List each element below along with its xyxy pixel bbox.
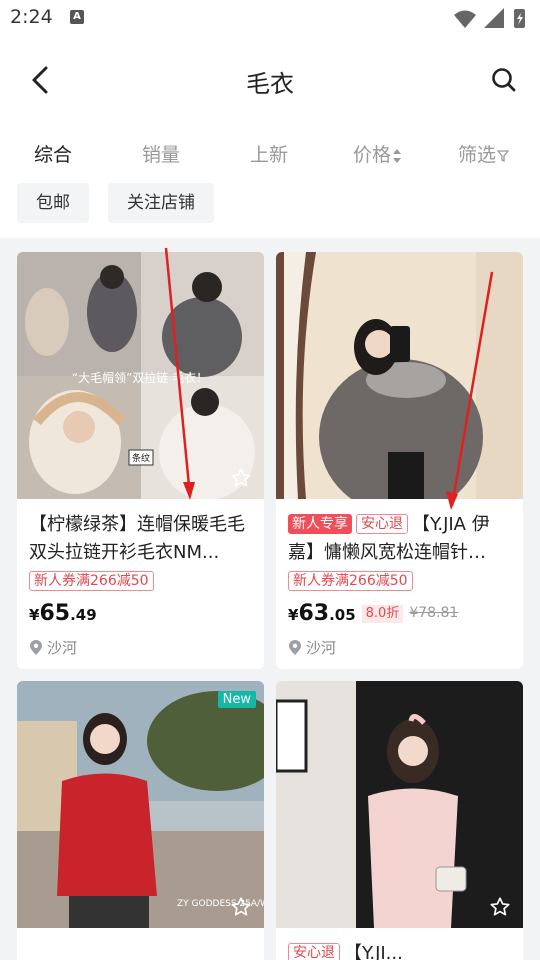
price-row: ¥63.05 8.0折 ¥78.81 [288,601,511,629]
search-icon[interactable] [484,60,524,100]
product-card[interactable]: New ZY GODDESS 25A/W [17,681,264,960]
tag-newcomer-exclusive: 新人专享 [288,514,352,534]
product-image [276,681,523,928]
location-row: 沙河 [288,637,511,659]
product-title-text: 【Y.JI... [344,943,403,960]
favorite-star-icon[interactable] [489,896,511,918]
tab-price[interactable]: 价格 [353,140,402,167]
wifi-icon [454,10,476,28]
product-title: 新人专享 安心退 【Y.JIA 伊嘉】慵懒风宽松连帽针… [288,511,511,567]
signal-icon [484,8,504,28]
location-text: 沙河 [47,639,78,657]
product-image [276,252,523,499]
coupon-badge: 新人券满266减50 [29,571,154,591]
discount-badge: 8.0折 [361,605,404,623]
location-pin-icon [289,640,301,655]
tag-safe-return: 安心退 [356,514,408,534]
product-image: New ZY GODDESS 25A/W [17,681,264,928]
page-title: 毛衣 [246,70,294,98]
price-integer: 63 [298,601,330,626]
price-row: ¥65.49 [29,601,252,629]
image-sticker-text: 条纹 [132,452,150,464]
header: 毛衣 [0,38,540,120]
filter-chips: 包邮 关注店铺 [0,182,540,238]
location-pin-icon [30,640,42,655]
price-decimal: .05 [329,606,356,624]
chip-free-shipping[interactable]: 包邮 [17,183,89,223]
price-integer: 65 [39,601,71,626]
product-title: 【柠檬绿茶】连帽保暖毛毛双头拉链开衫毛衣NM... [29,514,245,563]
product-title: 安心退 【Y.JI... [288,940,511,960]
price-currency: ¥ [288,606,299,624]
product-card[interactable]: 新人专享 安心退 【Y.JIA 伊嘉】慵懒风宽松连帽针… 新人券满266减50 ¥6… [276,252,523,669]
image-overlay-text: “大毛帽领”双拉链 毛衣！ [72,370,208,385]
status-bar: 2:24 A [0,0,540,38]
status-icons [454,8,525,28]
favorite-star-icon[interactable] [230,896,252,918]
sort-updown-icon [393,148,402,163]
status-time: 2:24 [10,6,53,28]
tab-newest[interactable]: 上新 [250,140,288,167]
filter-funnel-icon [496,149,510,162]
tab-comprehensive[interactable]: 综合 [34,140,72,167]
price-decimal: .49 [70,606,97,624]
image-caption: ZY GODDESS 25A/W [177,899,264,909]
price-currency: ¥ [29,606,40,624]
tag-safe-return: 安心退 [288,943,340,960]
location-text: 沙河 [306,639,337,657]
location-row: 沙河 [29,637,252,659]
product-card[interactable]: 条纹 “大毛帽领”双拉链 毛衣！ 【柠檬绿茶】连帽保暖毛毛双头拉链开衫毛衣NM.… [17,252,264,669]
tab-sales[interactable]: 销量 [142,140,180,167]
favorite-star-icon[interactable] [230,467,252,489]
coupon-badge: 新人券满266减50 [288,571,413,591]
chip-followed-stores[interactable]: 关注店铺 [108,183,214,223]
sort-tabs: 综合 销量 上新 价格 筛选 [0,120,540,182]
notification-a-icon: A [70,10,84,24]
product-grid: 条纹 “大毛帽领”双拉链 毛衣！ 【柠檬绿茶】连帽保暖毛毛双头拉链开衫毛衣NM.… [0,238,540,960]
tab-filter[interactable]: 筛选 [458,140,510,167]
product-image: 条纹 “大毛帽领”双拉链 毛衣！ [17,252,264,499]
product-card[interactable]: 安心退 【Y.JI... [276,681,523,960]
original-price: ¥78.81 [409,605,459,621]
